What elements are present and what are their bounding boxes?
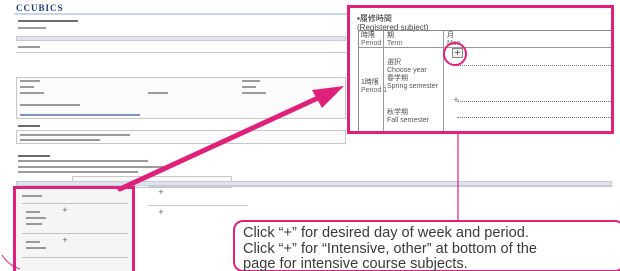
divider [16,52,346,53]
section-heading-line [18,125,40,127]
grid-line [359,47,611,48]
text-line [242,92,266,94]
section-bar [16,36,346,41]
plus-highlight-circle [443,42,467,66]
text-line [20,139,100,141]
grid-line [22,233,128,234]
text-line [20,104,80,106]
callout-line-1: Click “+” for desired day of week and pe… [243,225,529,241]
term-entry-choose: 選択 Choose year [387,59,427,74]
text-line [26,211,40,213]
text-line [20,80,40,82]
add-button-mon-p2[interactable]: + [158,208,164,216]
callout-text: Click “+” for desired day of week and pe… [243,225,620,271]
callout-line-2: Click “+” for “Intensive, other” at bott… [243,240,538,257]
text-line [18,171,138,173]
grid-line [22,257,128,258]
text-line [20,92,44,94]
slot-placeholder [457,65,611,66]
page-title-line [18,20,78,22]
text-line [18,160,148,162]
text-line [20,134,130,136]
grid-line [148,186,612,187]
section-heading-line [18,155,50,157]
text-line [26,223,42,225]
text-line [20,86,34,88]
text-line [148,92,168,94]
period-column-header: 時限 Period [361,32,382,47]
slot-placeholder [457,101,611,102]
info-table [16,77,346,119]
add-slot-button[interactable]: + [452,96,460,106]
text-line [26,241,40,243]
app-logo: CCUBICS [16,3,64,13]
highlighted-timetable-region: + + [13,186,135,271]
timetable-zoom: 時限 Period 期 Term 月 Mon 1時限 Period 1 選択 C… [358,30,611,131]
period-1-label: 1時限 Period 1 [361,79,388,94]
add-button[interactable]: + [62,206,68,214]
text-line [26,247,46,249]
zoom-inset: ▪履修時間 (Registered subject) 時限 Period 期 T… [347,5,614,134]
grid-line [443,31,444,131]
text-line [242,80,260,82]
text-line [18,46,40,48]
term-entry-fall: 秋学期 Fall semester [387,109,430,124]
instruction-callout: Click “+” for desired day of week and pe… [233,220,620,271]
text-line [26,217,46,219]
notice-table [16,130,346,144]
decorative-curve [1,255,20,270]
text-line [22,195,42,197]
text-line [242,86,256,88]
callout-line-3: page for intensive course subjects. [243,256,468,271]
text-line [18,27,46,29]
add-button[interactable]: + [62,236,68,244]
text-line [18,166,168,168]
inset-heading-jp: ▪履修時間 [357,14,392,23]
text-line [20,114,140,116]
grid-line [148,205,248,206]
grid-line [22,203,128,204]
term-column-header: 期 Term [387,32,403,47]
add-button-mon-p1[interactable]: + [158,188,164,196]
term-entry-spring: 春学期 Spring semester [387,75,438,90]
slot-placeholder [457,117,611,118]
